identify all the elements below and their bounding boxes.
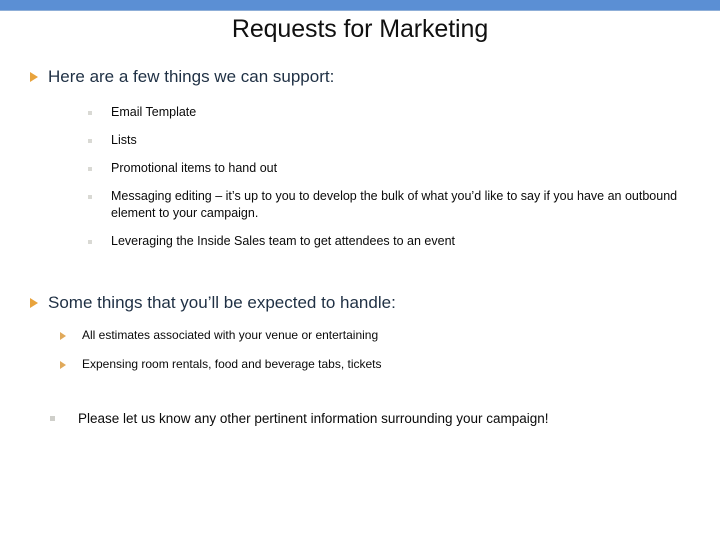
square-bullet-icon [88,240,92,244]
triangle-bullet-icon [30,72,38,82]
square-bullet-icon [88,195,92,199]
square-bullet-icon [88,111,92,115]
slide-content: Here are a few things we can support: Em… [0,66,720,428]
section-heading-1: Here are a few things we can support: [0,66,720,88]
list-item: Leveraging the Inside Sales team to get … [0,233,711,250]
list-item: Messaging editing – it’s up to you to de… [0,188,711,222]
list-item-label: Expensing room rentals, food and beverag… [82,357,382,371]
list-item: Email Template [0,104,711,121]
closing-note-label: Please let us know any other pertinent i… [78,411,549,426]
triangle-bullet-icon [60,361,66,369]
page-title: Requests for Marketing [231,15,489,43]
section-heading-2: Some things that you’ll be expected to h… [0,292,720,314]
list-item: Lists [0,132,711,149]
list-item-label: Promotional items to hand out [111,161,278,175]
square-bullet-icon [88,139,92,143]
list-item-label: All estimates associated with your venue… [82,328,379,342]
triangle-bullet-icon [30,298,38,308]
triangle-bullet-icon [60,332,66,340]
section-heading-1-label: Here are a few things we can support: [48,67,335,86]
list-item-label: Email Template [111,105,197,119]
list-item-label: Messaging editing – it’s up to you to de… [111,189,678,220]
square-bullet-icon [88,167,92,171]
list-item: All estimates associated with your venue… [0,327,720,344]
top-accent-band [0,0,720,11]
list-item-label: Leveraging the Inside Sales team to get … [111,234,455,248]
list-item: Promotional items to hand out [0,160,711,177]
closing-note: Please let us know any other pertinent i… [0,409,720,428]
section-heading-2-label: Some things that you’ll be expected to h… [48,293,396,312]
list-item-label: Lists [111,133,137,147]
list-item: Expensing room rentals, food and beverag… [0,356,720,373]
square-bullet-icon [50,416,55,421]
